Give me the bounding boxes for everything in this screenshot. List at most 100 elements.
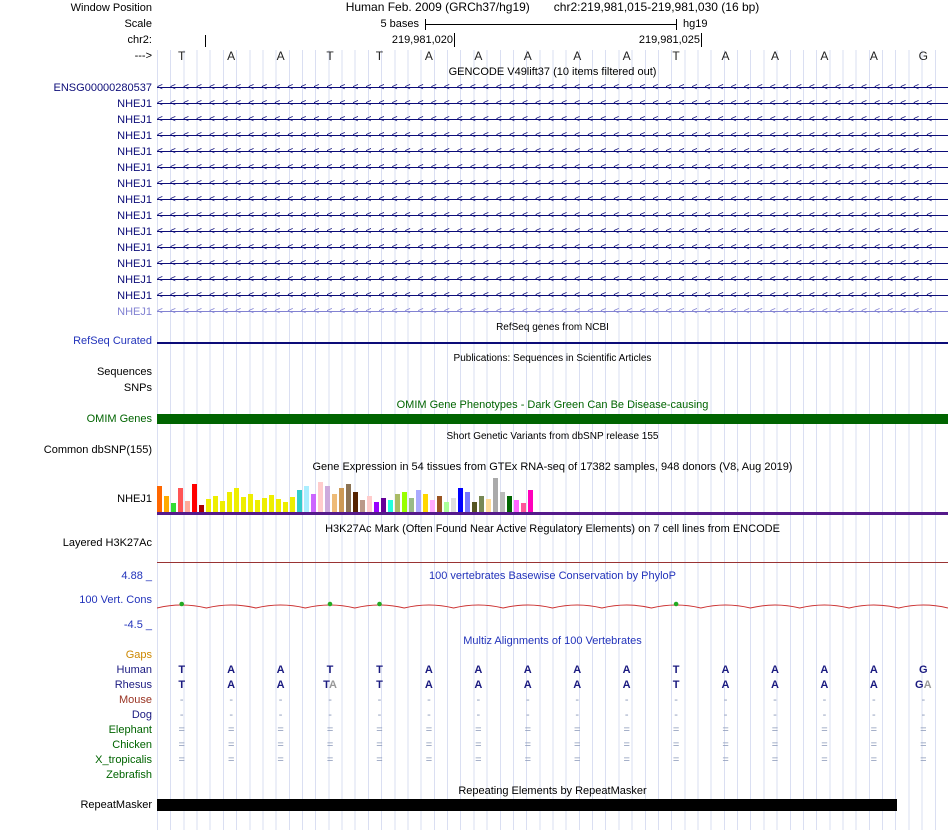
gene-glyph[interactable]: <<<<<<<<<<<<<<<<<<<<<<<<<<<<<<<<<<<<<<<<… bbox=[157, 240, 948, 256]
gencode-transcript-row[interactable]: NHEJ1 <<<<<<<<<<<<<<<<<<<<<<<<<<<<<<<<<<… bbox=[0, 96, 950, 112]
gene-label[interactable]: NHEJ1 bbox=[0, 144, 152, 160]
gtex-tissue-bar[interactable] bbox=[220, 501, 225, 512]
gene-label[interactable]: NHEJ1 bbox=[0, 176, 152, 192]
gene-label[interactable]: NHEJ1 bbox=[0, 160, 152, 176]
refseq-curated-item[interactable] bbox=[157, 342, 948, 344]
multiz-row-chicken[interactable]: Chicken = = = = = = = = = = = = = = = = bbox=[0, 738, 950, 753]
species-label-dog[interactable]: Dog bbox=[0, 708, 152, 723]
gtex-tissue-bar[interactable] bbox=[360, 500, 365, 512]
gene-label[interactable]: NHEJ1 bbox=[0, 288, 152, 304]
multiz-row-zebrafish[interactable]: Zebrafish bbox=[0, 768, 950, 783]
gtex-tissue-bar[interactable] bbox=[290, 497, 295, 512]
gtex-tissue-bar[interactable] bbox=[451, 498, 456, 512]
gtex-tissue-bar[interactable] bbox=[318, 482, 323, 512]
multiz-track-title[interactable]: Multiz Alignments of 100 Vertebrates bbox=[157, 635, 948, 648]
phylop-label[interactable]: 100 Vert. Cons bbox=[0, 594, 152, 607]
species-label-elephant[interactable]: Elephant bbox=[0, 723, 152, 738]
phylop-track-title[interactable]: 100 vertebrates Basewise Conservation by… bbox=[157, 570, 948, 583]
gtex-expression-bars[interactable] bbox=[157, 477, 948, 512]
gtex-tissue-bar[interactable] bbox=[241, 497, 246, 512]
gtex-tissue-bar[interactable] bbox=[346, 484, 351, 512]
gtex-tissue-bar[interactable] bbox=[507, 496, 512, 512]
gtex-tissue-bar[interactable] bbox=[234, 488, 239, 512]
gtex-tissue-bar[interactable] bbox=[325, 486, 330, 512]
gtex-tissue-bar[interactable] bbox=[171, 503, 176, 512]
gene-label[interactable]: NHEJ1 bbox=[0, 192, 152, 208]
gtex-tissue-bar[interactable] bbox=[185, 501, 190, 512]
gtex-tissue-bar[interactable] bbox=[472, 502, 477, 512]
gtex-tissue-bar[interactable] bbox=[381, 498, 386, 512]
gtex-tissue-bar[interactable] bbox=[304, 486, 309, 512]
gtex-tissue-bar[interactable] bbox=[157, 486, 162, 512]
multiz-row-human[interactable]: Human T A A T T A A A A A T A A A A G bbox=[0, 663, 950, 678]
gtex-tissue-bar[interactable] bbox=[465, 492, 470, 512]
gene-glyph[interactable]: <<<<<<<<<<<<<<<<<<<<<<<<<<<<<<<<<<<<<<<<… bbox=[157, 192, 948, 208]
gtex-tissue-bar[interactable] bbox=[444, 502, 449, 512]
gene-label[interactable]: NHEJ1 bbox=[0, 224, 152, 240]
gencode-transcript-row[interactable]: NHEJ1 <<<<<<<<<<<<<<<<<<<<<<<<<<<<<<<<<<… bbox=[0, 112, 950, 128]
gtex-tissue-bar[interactable] bbox=[437, 496, 442, 512]
repeatmasker-track-title[interactable]: Repeating Elements by RepeatMasker bbox=[157, 785, 948, 798]
gtex-tissue-bar[interactable] bbox=[332, 494, 337, 512]
multiz-row-dog[interactable]: Dog - - - - - - - - - - - - - - - - bbox=[0, 708, 950, 723]
gencode-transcript-row[interactable]: NHEJ1 <<<<<<<<<<<<<<<<<<<<<<<<<<<<<<<<<<… bbox=[0, 128, 950, 144]
gencode-transcript-row[interactable]: NHEJ1 <<<<<<<<<<<<<<<<<<<<<<<<<<<<<<<<<<… bbox=[0, 224, 950, 240]
phylop-conservation-plot[interactable] bbox=[157, 583, 948, 628]
gtex-tissue-bar[interactable] bbox=[297, 490, 302, 512]
gene-glyph[interactable]: <<<<<<<<<<<<<<<<<<<<<<<<<<<<<<<<<<<<<<<<… bbox=[157, 160, 948, 176]
h3k27ac-track-title[interactable]: H3K27Ac Mark (Often Found Near Active Re… bbox=[157, 523, 948, 536]
gene-label[interactable]: NHEJ1 bbox=[0, 240, 152, 256]
publications-track-title[interactable]: Publications: Sequences in Scientific Ar… bbox=[157, 352, 948, 365]
gene-glyph[interactable]: <<<<<<<<<<<<<<<<<<<<<<<<<<<<<<<<<<<<<<<<… bbox=[157, 272, 948, 288]
gtex-tissue-bar[interactable] bbox=[255, 500, 260, 512]
gtex-tissue-bar[interactable] bbox=[178, 488, 183, 512]
gtex-tissue-bar[interactable] bbox=[164, 496, 169, 512]
multiz-row-elephant[interactable]: Elephant = = = = = = = = = = = = = = = = bbox=[0, 723, 950, 738]
gtex-gene-label[interactable]: NHEJ1 bbox=[0, 493, 152, 506]
species-label-human[interactable]: Human bbox=[0, 663, 152, 678]
gene-glyph[interactable]: <<<<<<<<<<<<<<<<<<<<<<<<<<<<<<<<<<<<<<<<… bbox=[157, 208, 948, 224]
gene-glyph[interactable]: <<<<<<<<<<<<<<<<<<<<<<<<<<<<<<<<<<<<<<<<… bbox=[157, 128, 948, 144]
refseq-track-title[interactable]: RefSeq genes from NCBI bbox=[157, 321, 948, 334]
multiz-row-x-tropicalis[interactable]: X_tropicalis = = = = = = = = = = = = = = = = bbox=[0, 753, 950, 768]
gtex-tissue-bar[interactable] bbox=[514, 500, 519, 512]
gtex-tissue-bar[interactable] bbox=[311, 494, 316, 512]
gencode-transcript-row[interactable]: NHEJ1 <<<<<<<<<<<<<<<<<<<<<<<<<<<<<<<<<<… bbox=[0, 272, 950, 288]
gtex-tissue-bar[interactable] bbox=[402, 492, 407, 512]
gtex-tissue-bar[interactable] bbox=[409, 498, 414, 512]
species-label-chicken[interactable]: Chicken bbox=[0, 738, 152, 753]
gtex-tissue-bar[interactable] bbox=[500, 492, 505, 512]
gtex-tissue-bar[interactable] bbox=[248, 494, 253, 512]
gtex-tissue-bar[interactable] bbox=[213, 496, 218, 512]
species-label-x-tropicalis[interactable]: X_tropicalis bbox=[0, 753, 152, 768]
gencode-transcript-row[interactable]: NHEJ1 <<<<<<<<<<<<<<<<<<<<<<<<<<<<<<<<<<… bbox=[0, 176, 950, 192]
gene-label[interactable]: NHEJ1 bbox=[0, 96, 152, 112]
gtex-tissue-bar[interactable] bbox=[227, 492, 232, 512]
sequences-label[interactable]: Sequences bbox=[0, 366, 152, 379]
gencode-transcript-row[interactable]: NHEJ1 <<<<<<<<<<<<<<<<<<<<<<<<<<<<<<<<<<… bbox=[0, 256, 950, 272]
gene-label[interactable]: NHEJ1 bbox=[0, 208, 152, 224]
gencode-transcript-row[interactable]: NHEJ1 <<<<<<<<<<<<<<<<<<<<<<<<<<<<<<<<<<… bbox=[0, 208, 950, 224]
species-label-zebrafish[interactable]: Zebrafish bbox=[0, 768, 152, 783]
gtex-tissue-bar[interactable] bbox=[479, 496, 484, 512]
gtex-tissue-bar[interactable] bbox=[493, 478, 498, 512]
gtex-track-title[interactable]: Gene Expression in 54 tissues from GTEx … bbox=[157, 461, 948, 474]
gene-glyph[interactable]: <<<<<<<<<<<<<<<<<<<<<<<<<<<<<<<<<<<<<<<<… bbox=[157, 224, 948, 240]
gene-glyph[interactable]: <<<<<<<<<<<<<<<<<<<<<<<<<<<<<<<<<<<<<<<<… bbox=[157, 304, 948, 320]
dna-base-row[interactable]: TAATTAAAAATAAAAG bbox=[157, 48, 948, 65]
omim-genes-label[interactable]: OMIM Genes bbox=[0, 413, 152, 426]
gencode-transcript-row[interactable]: NHEJ1 <<<<<<<<<<<<<<<<<<<<<<<<<<<<<<<<<<… bbox=[0, 160, 950, 176]
gtex-tissue-bar[interactable] bbox=[353, 492, 358, 512]
species-label-rhesus[interactable]: Rhesus bbox=[0, 678, 152, 693]
gene-label[interactable]: NHEJ1 bbox=[0, 304, 152, 320]
gtex-tissue-bar[interactable] bbox=[423, 494, 428, 512]
gene-glyph[interactable]: <<<<<<<<<<<<<<<<<<<<<<<<<<<<<<<<<<<<<<<<… bbox=[157, 112, 948, 128]
multiz-row-rhesus[interactable]: Rhesus T A A TA T A A A A A T A A A A GA bbox=[0, 678, 950, 693]
h3k27ac-label[interactable]: Layered H3K27Ac bbox=[0, 537, 152, 550]
gencode-transcript-row[interactable]: NHEJ1 <<<<<<<<<<<<<<<<<<<<<<<<<<<<<<<<<<… bbox=[0, 192, 950, 208]
gtex-tissue-bar[interactable] bbox=[374, 502, 379, 512]
gtex-tissue-bar[interactable] bbox=[276, 499, 281, 512]
gene-label[interactable]: NHEJ1 bbox=[0, 256, 152, 272]
omim-track-title[interactable]: OMIM Gene Phenotypes - Dark Green Can Be… bbox=[157, 399, 948, 412]
gtex-tissue-bar[interactable] bbox=[283, 502, 288, 512]
